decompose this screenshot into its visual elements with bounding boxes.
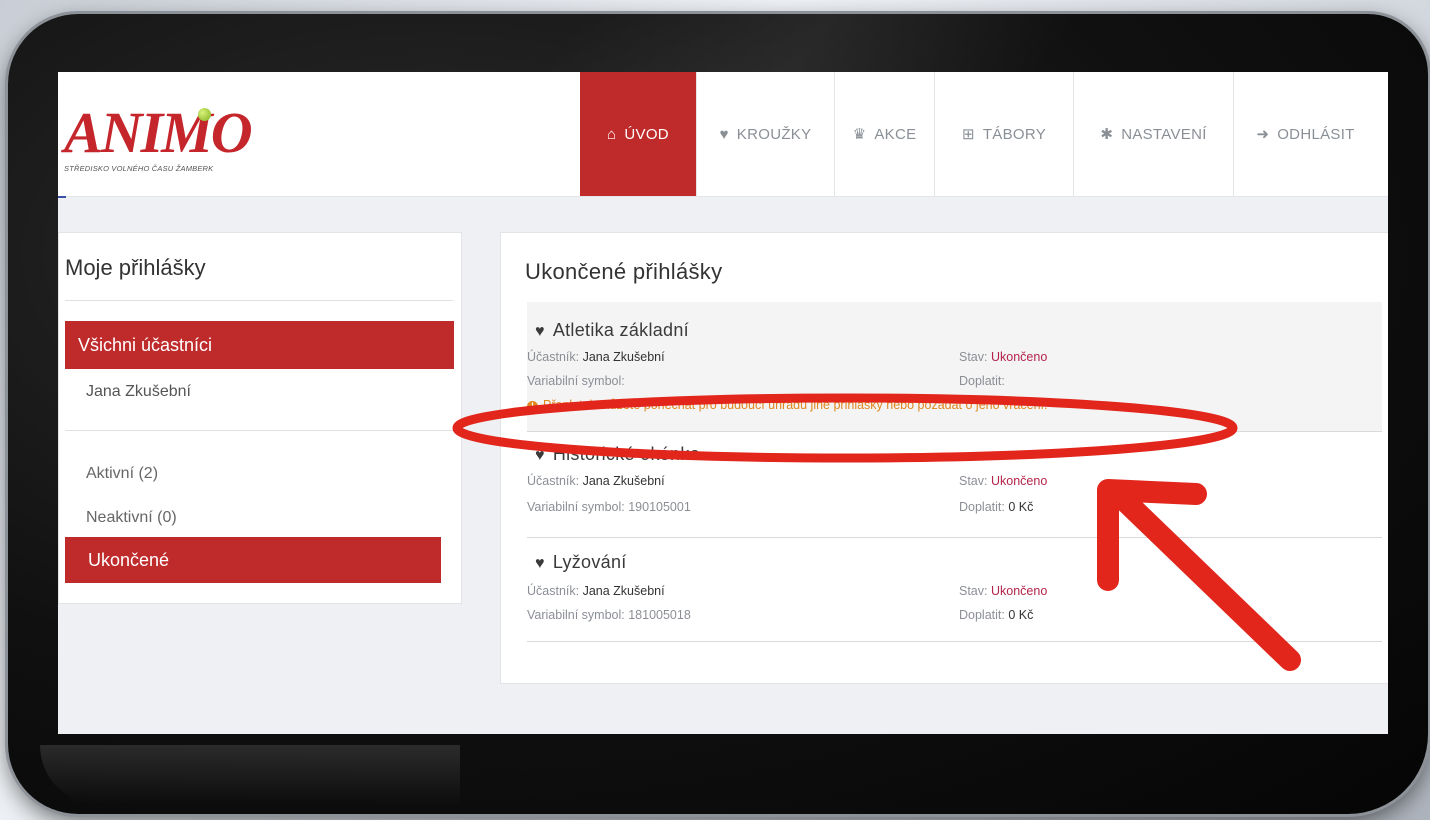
logo-subtitle: STŘEDISKO VOLNÉHO ČASU ŽAMBERK	[64, 164, 214, 173]
label: Variabilní symbol:	[527, 500, 625, 514]
lightbulb-icon: ♥	[535, 447, 545, 464]
nav-label: KROUŽKY	[736, 125, 812, 143]
entry-payment: Doplatit:	[959, 374, 1005, 388]
main-nav: ⌂ ÚVOD ♥ KROUŽKY ♛ AKCE ⊞ TÁBORY ✱ NASTAVENÍ ➜ ODHL…	[580, 72, 1377, 196]
gear-icon: ✱	[1100, 126, 1114, 143]
entry-name: Historické okénko	[552, 444, 700, 464]
entry-var-symbol: Variabilní symbol: 190105001	[527, 500, 691, 514]
nav-label: AKCE	[874, 125, 917, 143]
entry-title: ♥ Historické okénko	[535, 444, 700, 465]
animo-logo[interactable]: ANIMO STŘEDISKO VOLNÉHO ČASU ŽAMBERK	[64, 104, 284, 174]
divider	[65, 430, 453, 431]
sidebar-panel: Moje přihlášky Všichni účastníci Jana Zk…	[58, 232, 462, 604]
entry-var-symbol: Variabilní symbol:	[527, 374, 625, 388]
frame-glare	[538, 14, 1082, 74]
label: Účastník:	[527, 350, 580, 364]
label: Stav:	[959, 350, 988, 364]
value: Jana Zkušební	[582, 474, 665, 488]
label: Doplatit:	[959, 608, 1005, 622]
panel-title: Ukončené přihlášky	[525, 259, 723, 284]
lightbulb-icon: ♥	[535, 555, 545, 572]
entry-name: Lyžování	[552, 552, 627, 572]
overpayment-notice: ! Přeplatek můžete ponechat pro budoucí ú…	[527, 398, 1048, 412]
lightbulb-icon: ♥	[535, 323, 545, 340]
logo-ball-icon	[198, 108, 211, 121]
nav-trophy[interactable]: ♛ AKCE	[834, 72, 934, 196]
status-value: Ukončeno	[990, 474, 1048, 488]
nav-label: NASTAVENÍ	[1121, 125, 1207, 143]
entry-var-symbol: Variabilní symbol: 181005018	[527, 608, 691, 622]
sidebar-title: Moje přihlášky	[65, 255, 206, 280]
value: Jana Zkušební	[582, 350, 665, 364]
label: Doplatit:	[959, 500, 1005, 514]
entry-status: Stav: Ukončeno	[959, 584, 1047, 598]
label: Stav:	[959, 584, 988, 598]
filter-inactive[interactable]: Neaktivní (0)	[86, 509, 177, 527]
label: Účastník:	[527, 474, 580, 488]
nav-home[interactable]: ⌂ ÚVOD	[580, 72, 696, 196]
all-participants-button[interactable]: Všichni účastníci	[65, 321, 454, 369]
home-icon: ⌂	[607, 125, 617, 143]
nav-signpost[interactable]: ⊞ TÁBORY	[934, 72, 1073, 196]
label: Variabilní symbol:	[527, 374, 625, 388]
entry-participant: Účastník: Jana Zkušební	[527, 474, 665, 488]
divider	[65, 300, 453, 301]
info-icon: !	[527, 401, 538, 412]
status-value: Ukončeno	[990, 350, 1048, 364]
entry-participant: Účastník: Jana Zkušební	[527, 350, 665, 364]
nav-lightbulb[interactable]: ♥ KROUŽKY	[696, 72, 834, 196]
application-entry[interactable]: ♥ Lyžování Účastník: Jana Zkušební Stav: …	[527, 538, 1382, 642]
trophy-icon: ♛	[852, 126, 867, 143]
value: Jana Zkušební	[582, 584, 665, 598]
participant-link[interactable]: Jana Zkušební	[86, 383, 191, 401]
entry-participant: Účastník: Jana Zkušební	[527, 584, 665, 598]
lightbulb-icon: ♥	[719, 125, 729, 143]
app-screen: ANIMO STŘEDISKO VOLNÉHO ČASU ŽAMBERK ⌂ ÚV…	[58, 72, 1388, 734]
value: 0 Kč	[1008, 500, 1034, 514]
entry-payment: Doplatit: 0 Kč	[959, 500, 1033, 514]
nav-label: ÚVOD	[624, 125, 669, 143]
status-value: Ukončeno	[990, 584, 1048, 598]
frame-glare-bottom	[40, 745, 460, 805]
value: 190105001	[628, 500, 691, 514]
nav-label: ODHLÁSIT	[1277, 125, 1355, 143]
entry-status: Stav: Ukončeno	[959, 474, 1047, 488]
label: Doplatit:	[959, 374, 1005, 388]
notice-text: Přeplatek můžete ponechat pro budoucí úh…	[543, 398, 1048, 412]
filter-active[interactable]: Aktivní (2)	[86, 465, 158, 483]
entry-payment: Doplatit: 0 Kč	[959, 608, 1033, 622]
entry-status: Stav: Ukončeno	[959, 350, 1047, 364]
application-entry[interactable]: ♥ Historické okénko Účastník: Jana Zkušeb…	[527, 432, 1382, 538]
signpost-icon: ⊞	[961, 126, 975, 143]
label: Účastník:	[527, 584, 580, 598]
top-navbar: ANIMO STŘEDISKO VOLNÉHO ČASU ŽAMBERK ⌂ ÚV…	[58, 72, 1388, 198]
logout-icon: ➜	[1256, 126, 1270, 143]
label: Variabilní symbol:	[527, 608, 625, 622]
nav-logout[interactable]: ➜ ODHLÁSIT	[1233, 72, 1377, 196]
application-entry[interactable]: ♥ Atletika základní Účastník: Jana Zkušeb…	[527, 302, 1382, 432]
entry-title: ♥ Atletika základní	[535, 320, 689, 341]
nav-label: TÁBORY	[982, 125, 1047, 143]
entry-name: Atletika základní	[552, 320, 689, 340]
value: 0 Kč	[1008, 608, 1034, 622]
value: 181005018	[628, 608, 691, 622]
logo-underline	[58, 196, 66, 198]
label: Stav:	[959, 474, 988, 488]
filter-finished[interactable]: Ukončené	[65, 537, 441, 583]
entry-title: ♥ Lyžování	[535, 552, 627, 573]
applications-panel: Ukončené přihlášky ♥ Atletika základní Úč…	[500, 232, 1388, 684]
nav-gear[interactable]: ✱ NASTAVENÍ	[1073, 72, 1233, 196]
logo-wordmark: ANIMO	[64, 100, 253, 165]
